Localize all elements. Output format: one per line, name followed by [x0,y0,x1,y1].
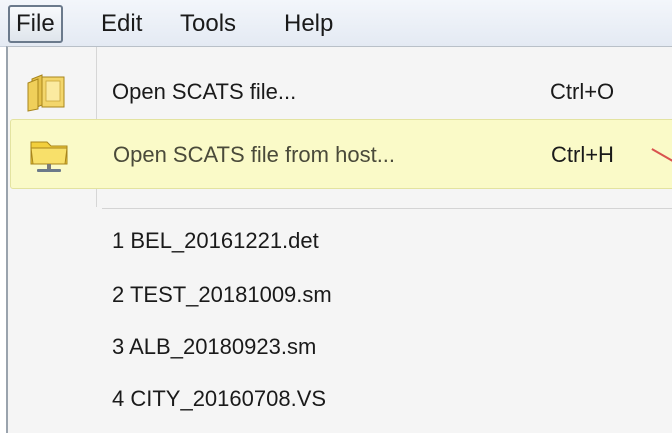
menu-item-open-scats-file-from-host[interactable]: Open SCATS file from host... Ctrl+H [10,119,672,189]
menu-help[interactable]: Help [278,5,339,43]
menu-item-shortcut: Ctrl+H [551,142,614,167]
menu-file[interactable]: File [8,5,63,43]
menu-separator [102,208,672,209]
recent-file-item[interactable]: 3 ALB_20180923.sm [8,321,672,373]
app-window: File Edit Tools Help Open SCATS file... … [0,0,672,433]
menu-item-shortcut: Ctrl+O [550,79,615,104]
menu-bar: File Edit Tools Help [0,0,672,47]
file-menu-dropdown: Open SCATS file... Ctrl+O Open SCATS fil… [6,46,672,433]
menu-item-label: Open SCATS file from host... [113,142,396,167]
menu-tools[interactable]: Tools [174,5,242,43]
menu-edit[interactable]: Edit [95,5,148,43]
recent-file-item[interactable]: 2 TEST_20181009.sm [8,269,672,321]
menu-item-label: Open SCATS file... [112,79,297,104]
recent-file-item[interactable]: 1 BEL_20161221.det [8,215,672,267]
host-folder-icon [30,141,68,172]
menu-item-open-scats-file[interactable]: Open SCATS file... Ctrl+O [10,57,672,127]
recent-file-item[interactable]: 4 CITY_20160708.VS [8,373,672,425]
open-folder-icon [27,74,65,112]
